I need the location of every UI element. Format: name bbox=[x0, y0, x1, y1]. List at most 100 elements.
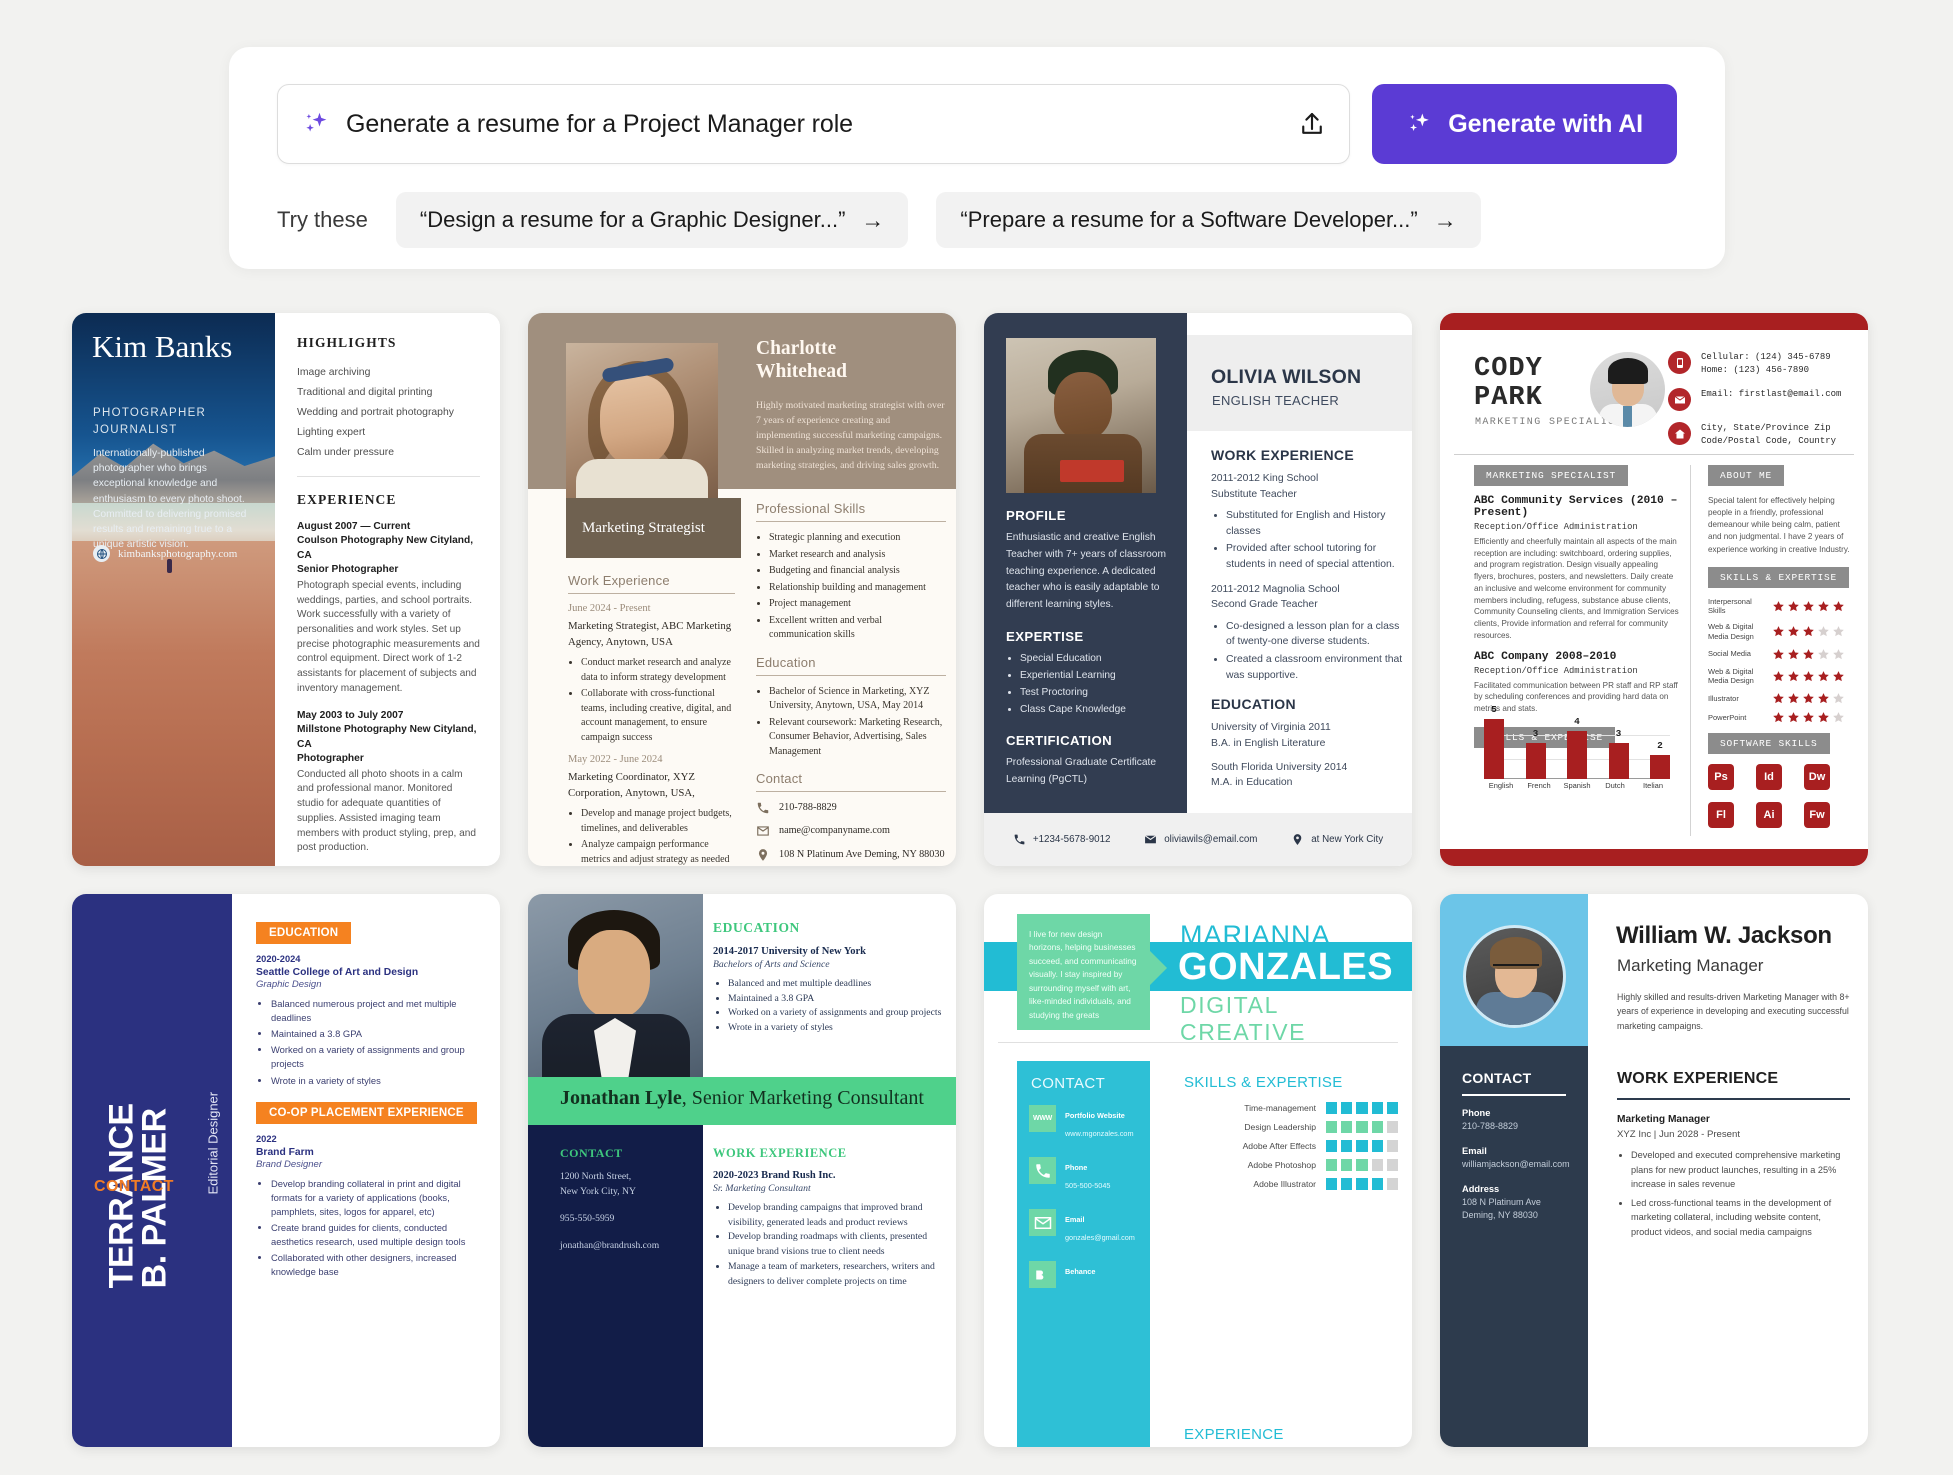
star-skill-row: Illustrator bbox=[1708, 692, 1853, 705]
skills-rating-chart: Time-management Design Leadership Adobe Af… bbox=[1180, 1102, 1399, 1197]
entry-org: Coulson Photography New Cityland, CA bbox=[297, 535, 474, 561]
suggestion-chip-graphic-designer[interactable]: “Design a resume for a Graphic Designer.… bbox=[395, 192, 909, 248]
star-icon bbox=[1818, 712, 1829, 723]
candidate-bio: Highly motivated marketing strategist wi… bbox=[756, 400, 945, 471]
suggestion-chip-text: “Prepare a resume for a Software Develop… bbox=[960, 207, 1418, 232]
bullet: Develop branding roadmaps with clients, … bbox=[728, 1230, 942, 1259]
rating-square bbox=[1371, 1102, 1383, 1114]
skill-name: Time-management bbox=[1244, 1103, 1316, 1113]
skill: Market research and analysis bbox=[769, 548, 946, 563]
rating-square bbox=[1356, 1140, 1368, 1152]
star-icon bbox=[1833, 671, 1844, 682]
tie-graphic bbox=[1623, 406, 1632, 427]
arrow-right-icon: → bbox=[1433, 206, 1457, 233]
resume-card-kim-banks[interactable]: Kim Banks PHOTOGRAPHER JOURNALIST Intern… bbox=[72, 313, 500, 866]
resume-card-william-jackson[interactable]: William W. Jackson Marketing Manager Hig… bbox=[1440, 894, 1868, 1447]
contact-heading: CONTACT bbox=[560, 1146, 623, 1160]
bar: 5 bbox=[1484, 704, 1504, 779]
book-graphic bbox=[1060, 460, 1124, 482]
bar: 4 bbox=[1567, 716, 1587, 779]
contact-value: 210-788-8829 bbox=[1462, 1121, 1519, 1131]
resume-card-marianna-gonzales[interactable]: I live for new design horizons, helping … bbox=[984, 894, 1412, 1447]
contact-row: Phone 505-500-5045 bbox=[1017, 1157, 1150, 1193]
candidate-name: Charlotte Whitehead bbox=[756, 338, 848, 383]
skill-name: Web & Digital Media Design bbox=[1708, 622, 1754, 641]
coop-tag: CO-OP PLACEMENT EXPERIENCE bbox=[256, 1101, 477, 1124]
expertise-heading: EXPERTISE bbox=[1006, 629, 1084, 645]
bullet: Create brand guides for clients, conduct… bbox=[271, 1221, 480, 1249]
resume-card-terrance-palmer[interactable]: TERRANCE B. PALMER Editorial Designer CO… bbox=[72, 894, 500, 1447]
resume-card-cody-park[interactable]: CODY PARK MARKETING SPECIALIST Cellular:… bbox=[1440, 313, 1868, 866]
contact-row: 210-788-8829 bbox=[756, 801, 946, 815]
education-list: Bachelor of Science in Marketing, XYZ Un… bbox=[769, 685, 946, 760]
job-role: Marketing Coordinator, XYZ Corporation, … bbox=[568, 771, 696, 799]
job-title: Marketing Manager bbox=[1617, 1114, 1710, 1125]
star-icon bbox=[1833, 626, 1844, 637]
bar-value-label: 5 bbox=[1491, 704, 1497, 715]
contact-value: 210-788-8829 bbox=[779, 802, 837, 813]
skill-rating-row: Adobe Illustrator bbox=[1180, 1178, 1399, 1190]
star-skill-row: Social Media bbox=[1708, 648, 1853, 661]
contact-value: City, State/Province Zip Code/Postal Cod… bbox=[1701, 423, 1837, 447]
skill: Strategic planning and execution bbox=[769, 531, 946, 546]
rating-square bbox=[1386, 1159, 1399, 1171]
bullet: Provided after school tutoring for stude… bbox=[1226, 541, 1403, 572]
location-icon bbox=[756, 848, 770, 862]
candidate-bio: Internationally-published photographer w… bbox=[93, 448, 247, 551]
resume-card-olivia-wilson[interactable]: OLIVIA WILSON ENGLISH TEACHER PROFILE En… bbox=[984, 313, 1412, 866]
star-rating bbox=[1772, 600, 1845, 613]
job-sub: Reception/Office Administration bbox=[1474, 522, 1638, 532]
certification-text: Professional Graduate Certificate Learni… bbox=[1006, 757, 1157, 786]
edu-bullets: Balanced numerous project and met multip… bbox=[271, 997, 480, 1088]
job-body: Efficiently and cheerfully maintain all … bbox=[1474, 537, 1679, 640]
job-org: 2020-2023 Brand Rush Inc. bbox=[713, 1170, 836, 1181]
section-tag-about-me: ABOUT ME bbox=[1708, 465, 1785, 486]
candidate-last-name: GONZALES bbox=[1178, 946, 1394, 988]
suggestion-chip-software-developer[interactable]: “Prepare a resume for a Software Develop… bbox=[936, 192, 1481, 248]
bullet: Conduct market research and analyze data… bbox=[581, 656, 735, 685]
prompt-row: Generate a resume for a Project Manager … bbox=[277, 84, 1677, 164]
bullet: Collaborated with other designers, incre… bbox=[271, 1251, 480, 1279]
experience-heading: EXPERIENCE bbox=[1184, 1426, 1284, 1443]
footer-phone-text: +1234-5678-9012 bbox=[1032, 834, 1111, 845]
email-icon bbox=[1029, 1209, 1056, 1236]
bullet: Wrote in a variety of styles bbox=[271, 1074, 480, 1088]
resume-card-charlotte-whitehead[interactable]: Marketing Strategist Charlotte Whitehead… bbox=[528, 313, 956, 866]
candidate-name: OLIVIA WILSON bbox=[1211, 366, 1362, 388]
desert-graphic bbox=[72, 541, 275, 866]
bar-value-label: 2 bbox=[1657, 740, 1663, 751]
education-block: 2014-2017 University of New York Bachelo… bbox=[713, 946, 942, 1036]
star-icon bbox=[1803, 671, 1814, 682]
arrow-right-icon: → bbox=[861, 206, 885, 233]
candidate-role: ENGLISH TEACHER bbox=[1212, 393, 1340, 408]
bullet: Substituted for English and History clas… bbox=[1226, 508, 1403, 539]
star-icon bbox=[1773, 712, 1784, 723]
bullet: Develop branding collateral in print and… bbox=[271, 1177, 480, 1219]
star-skill-row: Web & Digital Media Design bbox=[1708, 622, 1853, 642]
resume-card-jonathan-lyle[interactable]: Jonathan Lyle, Senior Marketing Consulta… bbox=[528, 894, 956, 1447]
right-column: ABOUT ME Special talent for effectively … bbox=[1708, 465, 1853, 829]
star-icon bbox=[1833, 693, 1844, 704]
job-tagline: Marketing Strategist bbox=[566, 498, 741, 558]
generate-with-ai-button[interactable]: Generate with AI bbox=[1372, 84, 1677, 164]
candidate-name: TERRANCE B. PALMER bbox=[102, 1103, 174, 1289]
edu-org: Seattle College of Art and Design bbox=[256, 967, 419, 978]
prompt-input-wrapper[interactable]: Generate a resume for a Project Manager … bbox=[277, 84, 1351, 164]
contact-value: name@companyname.com bbox=[779, 825, 890, 837]
rating-square bbox=[1371, 1140, 1383, 1152]
rating-square bbox=[1371, 1121, 1383, 1133]
upload-icon[interactable] bbox=[1297, 109, 1327, 139]
contact-value: 108 N Platinum Ave Deming, NY 88030 bbox=[779, 848, 945, 860]
template-row-2: TERRANCE B. PALMER Editorial Designer CO… bbox=[72, 894, 1882, 1447]
skill-rating-row: Design Leadership bbox=[1180, 1121, 1399, 1133]
star-icon bbox=[1803, 601, 1814, 612]
education-heading: Education bbox=[756, 655, 946, 676]
contact-label: Phone bbox=[1065, 1163, 1088, 1172]
prompt-input[interactable]: Generate a resume for a Project Manager … bbox=[346, 110, 1297, 139]
skills-heading: Professional Skills bbox=[756, 501, 946, 522]
bullet: Created a classroom environment that was… bbox=[1226, 652, 1403, 683]
coop-program: Brand Designer bbox=[256, 1158, 323, 1170]
rating-square bbox=[1341, 1159, 1353, 1171]
x-tick-label: Spanish bbox=[1563, 781, 1591, 790]
vertical-divider bbox=[1690, 465, 1691, 836]
